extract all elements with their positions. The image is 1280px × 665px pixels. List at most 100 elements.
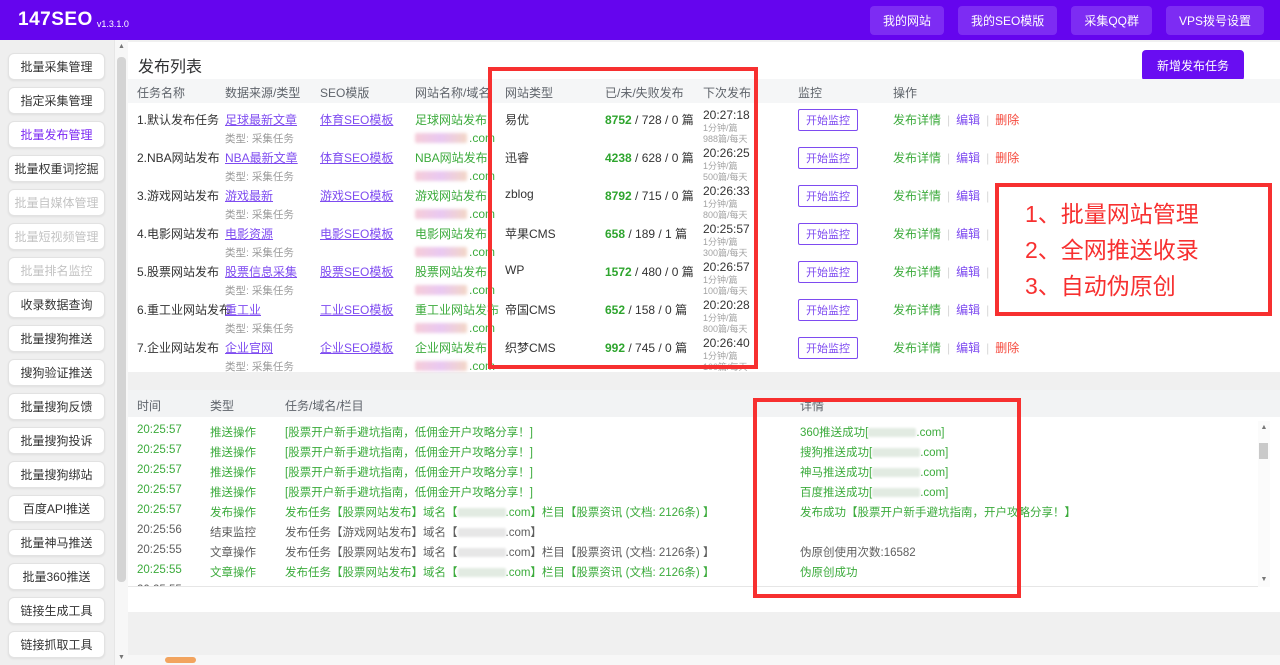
template-link[interactable]: 企业SEO模板 bbox=[320, 339, 393, 356]
sidebar: 批量采集管理 指定采集管理 批量发布管理 批量权重词挖掘 批量自媒体管理 批量短… bbox=[0, 40, 114, 665]
sidebar-item-sogou-feedback[interactable]: 批量搜狗反馈 bbox=[8, 393, 105, 420]
start-monitor-button[interactable]: 开始监控 bbox=[798, 299, 858, 321]
edit-link[interactable]: 编辑 bbox=[956, 265, 980, 279]
sidebar-item-media-manage[interactable]: 批量自媒体管理 bbox=[8, 189, 105, 216]
task-name: 2.NBA网站发布 bbox=[137, 151, 220, 165]
start-monitor-button[interactable]: 开始监控 bbox=[798, 261, 858, 283]
publish-detail-link[interactable]: 发布详情 bbox=[893, 151, 941, 165]
site-domain: .com bbox=[415, 359, 495, 373]
edit-link[interactable]: 编辑 bbox=[956, 113, 980, 127]
publish-detail-link[interactable]: 发布详情 bbox=[893, 303, 941, 317]
log-task: [股票开户新手避坑指南，低佣金开户攻略分享！] bbox=[285, 467, 533, 479]
nav-qq-group-button[interactable]: 采集QQ群 bbox=[1071, 5, 1152, 35]
edit-link[interactable]: 编辑 bbox=[956, 341, 980, 355]
log-task: 发布任务【股票网站发布】域名【 .com】栏目【股票资讯 (文档: 2126条) … bbox=[285, 507, 715, 519]
sidebar-item-batch-publish[interactable]: 批量发布管理 bbox=[8, 121, 105, 148]
scroll-down-icon[interactable]: ▼ bbox=[1258, 576, 1270, 583]
log-task: [股票开户新手避坑指南，低佣金开户攻略分享！] bbox=[285, 427, 533, 439]
site-name: 股票网站发布 bbox=[415, 265, 488, 279]
source-link[interactable]: 足球最新文章 bbox=[225, 111, 297, 128]
col-seo-template: SEO模版 bbox=[320, 86, 370, 100]
sidebar-item-link-grab[interactable]: 链接抓取工具 bbox=[8, 631, 105, 658]
log-row: 20:25:56 结束监控 发布任务【游戏网站发布】域名【 .com】 bbox=[128, 521, 1270, 541]
sidebar-item-video-manage[interactable]: 批量短视频管理 bbox=[8, 223, 105, 250]
sidebar-scrollbar-thumb[interactable] bbox=[117, 57, 126, 582]
sidebar-item-sogou-push[interactable]: 批量搜狗推送 bbox=[8, 325, 105, 352]
start-monitor-button[interactable]: 开始监控 bbox=[798, 337, 858, 359]
template-link[interactable]: 股票SEO模板 bbox=[320, 263, 393, 280]
nav-my-sites-button[interactable]: 我的网站 bbox=[869, 5, 944, 35]
site-name: 游戏网站发布 bbox=[415, 189, 488, 203]
table-row: 2.NBA网站发布 NBA最新文章 类型: 采集任务 体育SEO模板 NBA网站发… bbox=[128, 141, 1280, 183]
app-logo: 147SEO bbox=[18, 9, 93, 30]
source-link[interactable]: 企业官网 bbox=[225, 339, 294, 356]
log-task: [股票开户新手避坑指南，低佣金开户攻略分享！] bbox=[285, 447, 533, 459]
start-monitor-button[interactable]: 开始监控 bbox=[798, 147, 858, 169]
row-actions: 发布详情|编辑|删除 bbox=[893, 113, 1020, 127]
scroll-up-icon[interactable]: ▲ bbox=[1258, 424, 1270, 431]
publish-stats: 1572 / 480 / 0 篇 bbox=[605, 265, 694, 279]
task-name: 5.股票网站发布 bbox=[137, 265, 220, 279]
cms-type: WP bbox=[505, 263, 525, 277]
source-link[interactable]: 电影资源 bbox=[225, 225, 294, 242]
log-row: 20:25:57 推送操作 [股票开户新手避坑指南，低佣金开户攻略分享！] 36… bbox=[128, 421, 1270, 441]
scroll-down-icon[interactable]: ▼ bbox=[115, 654, 128, 661]
nav-seo-templates-button[interactable]: 我的SEO模版 bbox=[957, 5, 1058, 35]
publish-stats: 4238 / 628 / 0 篇 bbox=[605, 151, 694, 165]
log-type: 结束监控 bbox=[210, 527, 256, 539]
censored-domain bbox=[872, 488, 921, 497]
sidebar-item-link-generate[interactable]: 链接生成工具 bbox=[8, 597, 105, 624]
sidebar-item-batch-collect[interactable]: 批量采集管理 bbox=[8, 53, 105, 80]
sidebar-item-sogou-verify-push[interactable]: 搜狗验证推送 bbox=[8, 359, 105, 386]
sidebar-item-assigned-collect[interactable]: 指定采集管理 bbox=[8, 87, 105, 114]
template-link[interactable]: 体育SEO模板 bbox=[320, 111, 393, 128]
publish-detail-link[interactable]: 发布详情 bbox=[893, 189, 941, 203]
edit-link[interactable]: 编辑 bbox=[956, 227, 980, 241]
sidebar-item-rank-monitor[interactable]: 批量排名监控 bbox=[8, 257, 105, 284]
censored-domain bbox=[415, 361, 467, 371]
source-link[interactable]: 游戏最新 bbox=[225, 187, 294, 204]
template-link[interactable]: 游戏SEO模板 bbox=[320, 187, 393, 204]
template-link[interactable]: 工业SEO模板 bbox=[320, 301, 393, 318]
source-link[interactable]: 重工业 bbox=[225, 301, 294, 318]
col-publish-stats: 已/未/失败发布 bbox=[605, 86, 684, 100]
publish-detail-link[interactable]: 发布详情 bbox=[893, 227, 941, 241]
sidebar-item-keyword-mining[interactable]: 批量权重词挖掘 bbox=[8, 155, 105, 182]
horizontal-scrollbar-thumb[interactable] bbox=[165, 657, 196, 663]
log-panel: 时间 类型 任务/域名/栏目 详情 20:25:57 推送操作 [股票开户新手避… bbox=[128, 390, 1280, 612]
start-monitor-button[interactable]: 开始监控 bbox=[798, 223, 858, 245]
template-link[interactable]: 体育SEO模板 bbox=[320, 149, 393, 166]
edit-link[interactable]: 编辑 bbox=[956, 189, 980, 203]
sidebar-item-360-push[interactable]: 批量360推送 bbox=[8, 563, 105, 590]
col-detail: 详情 bbox=[800, 399, 825, 413]
source-link[interactable]: 股票信息采集 bbox=[225, 263, 297, 280]
source-link[interactable]: NBA最新文章 bbox=[225, 149, 298, 166]
task-name: 3.游戏网站发布 bbox=[137, 189, 220, 203]
template-link[interactable]: 电影SEO模板 bbox=[320, 225, 393, 242]
censored-domain bbox=[872, 468, 921, 477]
log-row: 20:25:57 推送操作 [股票开户新手避坑指南，低佣金开户攻略分享！] 神马… bbox=[128, 461, 1270, 481]
sidebar-item-sogou-bind[interactable]: 批量搜狗绑站 bbox=[8, 461, 105, 488]
publish-detail-link[interactable]: 发布详情 bbox=[893, 113, 941, 127]
edit-link[interactable]: 编辑 bbox=[956, 151, 980, 165]
log-row: 20:25:55 文章操作 发布任务【股票网站发布】域名【 .com】栏目【股票资… bbox=[128, 561, 1270, 581]
nav-vps-settings-button[interactable]: VPS拨号设置 bbox=[1165, 5, 1264, 35]
log-task: [股票开户新手避坑指南，低佣金开户攻略分享！] bbox=[285, 487, 533, 499]
start-monitor-button[interactable]: 开始监控 bbox=[798, 109, 858, 131]
sidebar-item-shenma-push[interactable]: 批量神马推送 bbox=[8, 529, 105, 556]
next-publish: 20:26:33 1分钟/篇 800篇/每天 bbox=[703, 184, 750, 220]
sidebar-item-baidu-api-push[interactable]: 百度API推送 bbox=[8, 495, 105, 522]
start-monitor-button[interactable]: 开始监控 bbox=[798, 185, 858, 207]
edit-link[interactable]: 编辑 bbox=[956, 303, 980, 317]
scroll-up-icon[interactable]: ▲ bbox=[115, 43, 128, 50]
delete-link[interactable]: 删除 bbox=[995, 341, 1019, 355]
annotation-callout: 1、批量网站管理 2、全网推送收录 3、自动伪原创 bbox=[995, 183, 1272, 316]
delete-link[interactable]: 删除 bbox=[995, 113, 1019, 127]
delete-link[interactable]: 删除 bbox=[995, 151, 1019, 165]
sidebar-item-sogou-complaint[interactable]: 批量搜狗投诉 bbox=[8, 427, 105, 454]
publish-detail-link[interactable]: 发布详情 bbox=[893, 265, 941, 279]
sidebar-item-index-query[interactable]: 收录数据查询 bbox=[8, 291, 105, 318]
publish-detail-link[interactable]: 发布详情 bbox=[893, 341, 941, 355]
log-scrollbar-thumb[interactable] bbox=[1259, 443, 1268, 459]
new-publish-task-button[interactable]: 新增发布任务 bbox=[1141, 50, 1244, 81]
